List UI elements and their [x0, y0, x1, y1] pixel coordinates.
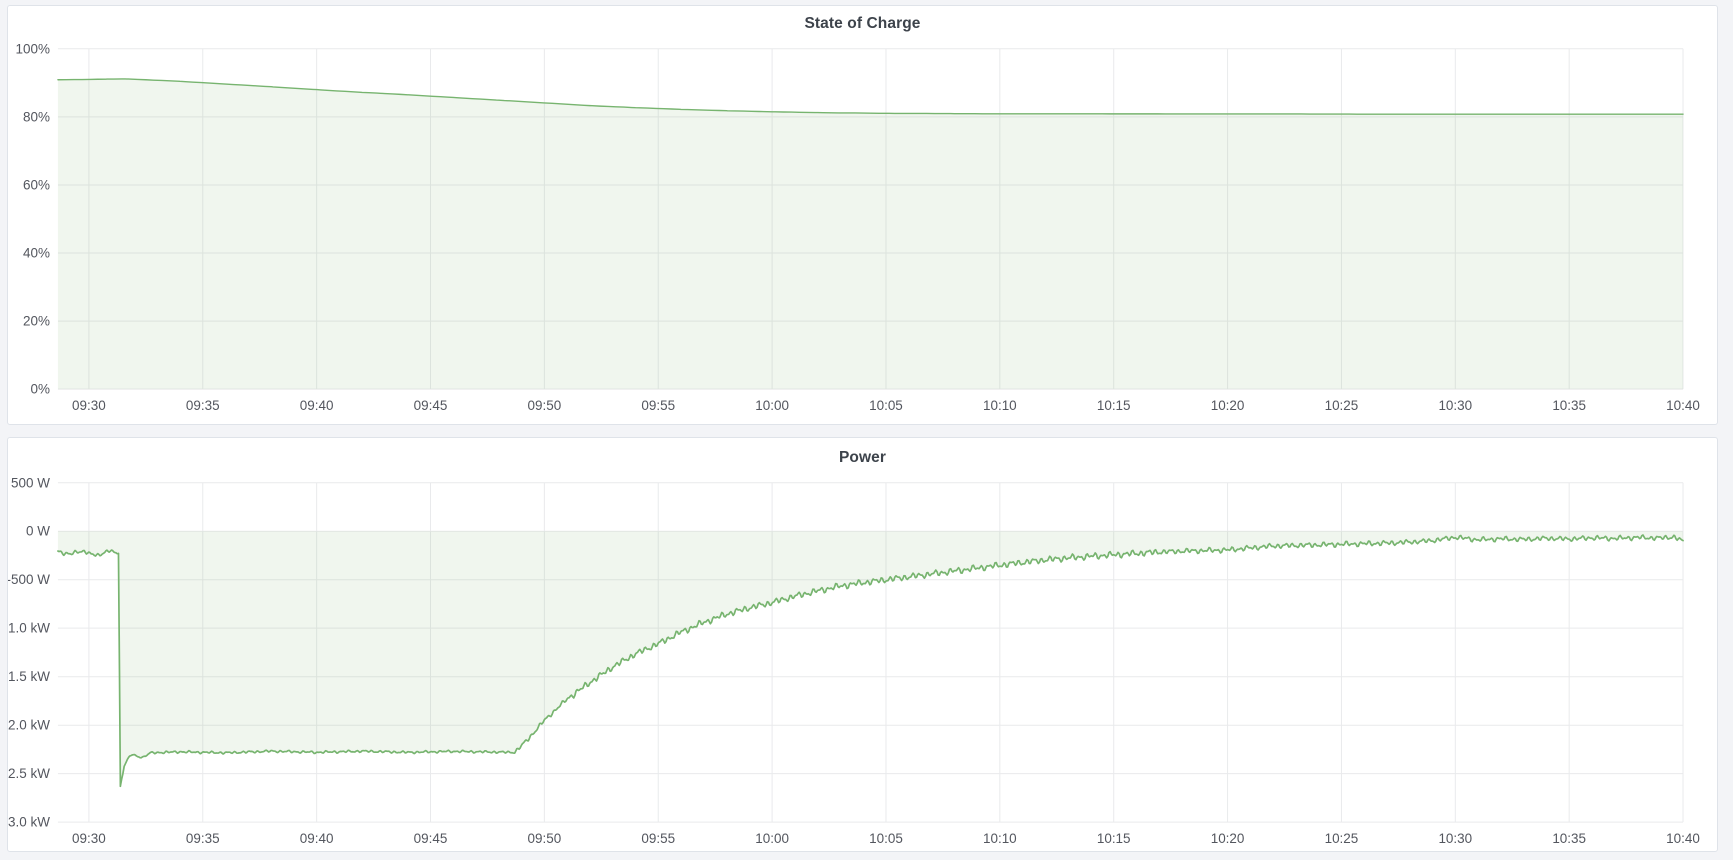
series-area-fill	[58, 531, 1683, 786]
svg-text:80%: 80%	[23, 109, 50, 124]
svg-text:-1.5 kW: -1.5 kW	[8, 669, 50, 684]
svg-text:10:20: 10:20	[1211, 831, 1245, 846]
svg-text:10:25: 10:25	[1325, 398, 1359, 413]
svg-text:10:15: 10:15	[1097, 831, 1131, 846]
svg-text:10:40: 10:40	[1666, 398, 1700, 413]
svg-text:09:35: 09:35	[186, 831, 220, 846]
svg-text:10:30: 10:30	[1438, 398, 1472, 413]
svg-text:09:40: 09:40	[300, 398, 334, 413]
svg-text:100%: 100%	[16, 41, 50, 56]
svg-text:10:15: 10:15	[1097, 398, 1131, 413]
svg-text:0%: 0%	[30, 382, 50, 397]
svg-text:20%: 20%	[23, 314, 50, 329]
svg-text:10:35: 10:35	[1552, 831, 1586, 846]
svg-text:10:00: 10:00	[755, 831, 789, 846]
svg-text:09:45: 09:45	[414, 831, 448, 846]
svg-text:09:50: 09:50	[528, 831, 562, 846]
svg-text:40%: 40%	[23, 246, 50, 261]
y-axis-labels: 100% 80% 60% 40% 20% 0%	[16, 41, 50, 396]
dashboard-canvas: { "colors": { "canvas_bg": "#f3f4f7", "p…	[0, 0, 1733, 860]
svg-text:09:55: 09:55	[641, 831, 675, 846]
svg-text:10:00: 10:00	[755, 398, 789, 413]
svg-text:09:50: 09:50	[528, 398, 562, 413]
svg-text:-1.0 kW: -1.0 kW	[8, 621, 50, 636]
svg-text:10:10: 10:10	[983, 398, 1017, 413]
svg-text:-2.5 kW: -2.5 kW	[8, 766, 50, 781]
svg-text:-500 W: -500 W	[8, 572, 50, 587]
y-axis-labels: 500 W 0 W -500 W -1.0 kW -1.5 kW -2.0 kW -2.5 …	[8, 475, 50, 829]
panel-state-of-charge: State of Charge 100%80%60%40%20%0%09:300…	[7, 5, 1718, 425]
svg-text:0 W: 0 W	[26, 524, 50, 539]
svg-text:09:55: 09:55	[641, 398, 675, 413]
panel-power: Power 500 W0 W-500 W-1.0 kW-1.5 kW-2.0 k…	[7, 437, 1718, 852]
svg-text:10:40: 10:40	[1666, 831, 1700, 846]
svg-text:-2.0 kW: -2.0 kW	[8, 718, 50, 733]
svg-text:10:05: 10:05	[869, 398, 903, 413]
svg-text:10:05: 10:05	[869, 831, 903, 846]
svg-text:09:30: 09:30	[72, 831, 106, 846]
svg-text:09:40: 09:40	[300, 831, 334, 846]
svg-text:500 W: 500 W	[11, 475, 50, 490]
state-of-charge-chart-plot[interactable]: 100%80%60%40%20%0%09:3009:3509:4009:4509…	[8, 6, 1717, 424]
power-chart-plot[interactable]: 500 W 0 W -500 W -1.0 kW -1.5 kW -2.0 kW -2.5 …	[8, 438, 1717, 851]
svg-text:10:35: 10:35	[1552, 398, 1586, 413]
svg-text:09:30: 09:30	[72, 398, 106, 413]
svg-text:10:20: 10:20	[1211, 398, 1245, 413]
series-area-fill	[58, 79, 1683, 389]
x-axis-labels: 09:30 09:35 09:40 09:45 09:50 09:55 10:00 10:05…	[72, 398, 1700, 413]
svg-text:09:35: 09:35	[186, 398, 220, 413]
svg-text:10:25: 10:25	[1325, 831, 1359, 846]
svg-text:09:45: 09:45	[414, 398, 448, 413]
svg-text:10:10: 10:10	[983, 831, 1017, 846]
svg-text:-3.0 kW: -3.0 kW	[8, 815, 50, 830]
x-axis-labels: 09:30 09:35 09:40 09:45 09:50 09:55 10:00 10:05…	[72, 831, 1700, 846]
svg-text:60%: 60%	[23, 177, 50, 192]
svg-text:10:30: 10:30	[1438, 831, 1472, 846]
